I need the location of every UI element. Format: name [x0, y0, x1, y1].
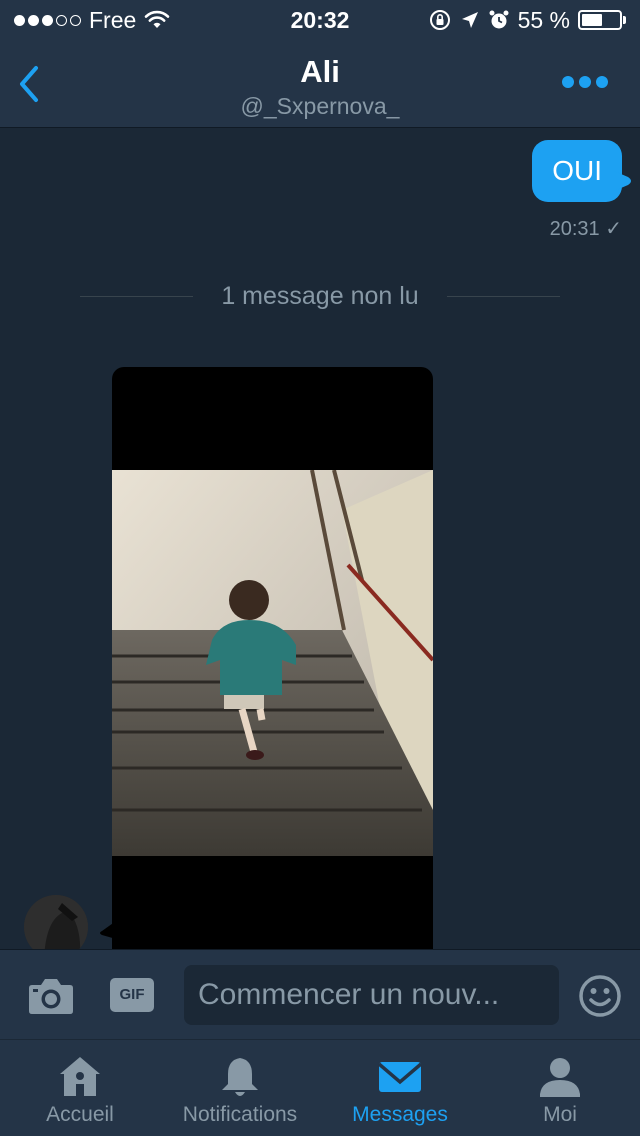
unread-divider: 1 message non lu — [80, 282, 561, 311]
video-thumbnail — [112, 470, 433, 856]
avatar-image — [24, 895, 88, 949]
bubble-tail — [614, 171, 631, 191]
status-bar: Free 20:32 55 % — [0, 0, 640, 40]
tab-label: Messages — [352, 1103, 448, 1126]
camera-button[interactable] — [28, 975, 74, 1015]
conversation-header: Ali @_Sxpernova_ — [0, 40, 640, 128]
more-dots-icon — [562, 76, 574, 88]
tab-messages[interactable]: Messages — [320, 1040, 480, 1136]
tab-home[interactable]: Accueil — [0, 1040, 160, 1136]
alarm-clock-icon — [489, 10, 509, 29]
wifi-icon — [144, 10, 170, 28]
unread-divider-label: 1 message non lu — [221, 282, 419, 310]
camera-icon — [29, 979, 73, 1014]
battery-percent: 55 % — [517, 6, 570, 33]
tab-profile[interactable]: Moi — [480, 1040, 640, 1136]
gif-button[interactable]: GIF — [110, 978, 154, 1012]
person-icon — [540, 1058, 580, 1097]
header-titles[interactable]: Ali @_Sxpernova_ — [0, 54, 640, 120]
rotation-lock-icon — [429, 10, 450, 30]
divider-line — [446, 296, 561, 297]
signal-strength-indicator — [14, 14, 81, 26]
outgoing-message-bubble[interactable]: OUI — [532, 140, 622, 202]
status-right: 55 % — [428, 7, 626, 34]
tab-notifications[interactable]: Notifications — [160, 1040, 320, 1136]
bell-icon — [222, 1058, 258, 1096]
tab-label: Accueil — [46, 1103, 114, 1126]
home-icon — [60, 1057, 100, 1096]
location-arrow-icon — [461, 12, 478, 28]
incoming-video-message[interactable] — [112, 367, 433, 949]
envelope-icon — [377, 1062, 423, 1092]
battery-icon — [578, 10, 626, 30]
contact-avatar[interactable] — [24, 895, 88, 949]
message-input[interactable] — [184, 965, 559, 1025]
contact-handle: @_Sxpernova_ — [240, 93, 400, 119]
message-composer: GIF — [0, 949, 640, 1039]
tab-bar: Accueil Notifications Messages Moi — [0, 1040, 640, 1136]
carrier-name: Free — [89, 6, 137, 33]
status-left: Free — [14, 7, 170, 34]
emoji-button[interactable] — [578, 974, 622, 1018]
tab-label: Notifications — [182, 1103, 298, 1126]
message-timestamp: 20:31 ✓ — [549, 218, 622, 240]
tab-label: Moi — [543, 1103, 577, 1126]
contact-name: Ali — [300, 54, 340, 89]
smiley-icon — [579, 975, 621, 1017]
divider-line — [80, 296, 194, 297]
more-options-button[interactable] — [562, 76, 608, 88]
incoming-bubble-tail — [100, 921, 116, 939]
message-thread[interactable]: OUI 20:31 ✓ 1 message non lu — [0, 129, 640, 949]
